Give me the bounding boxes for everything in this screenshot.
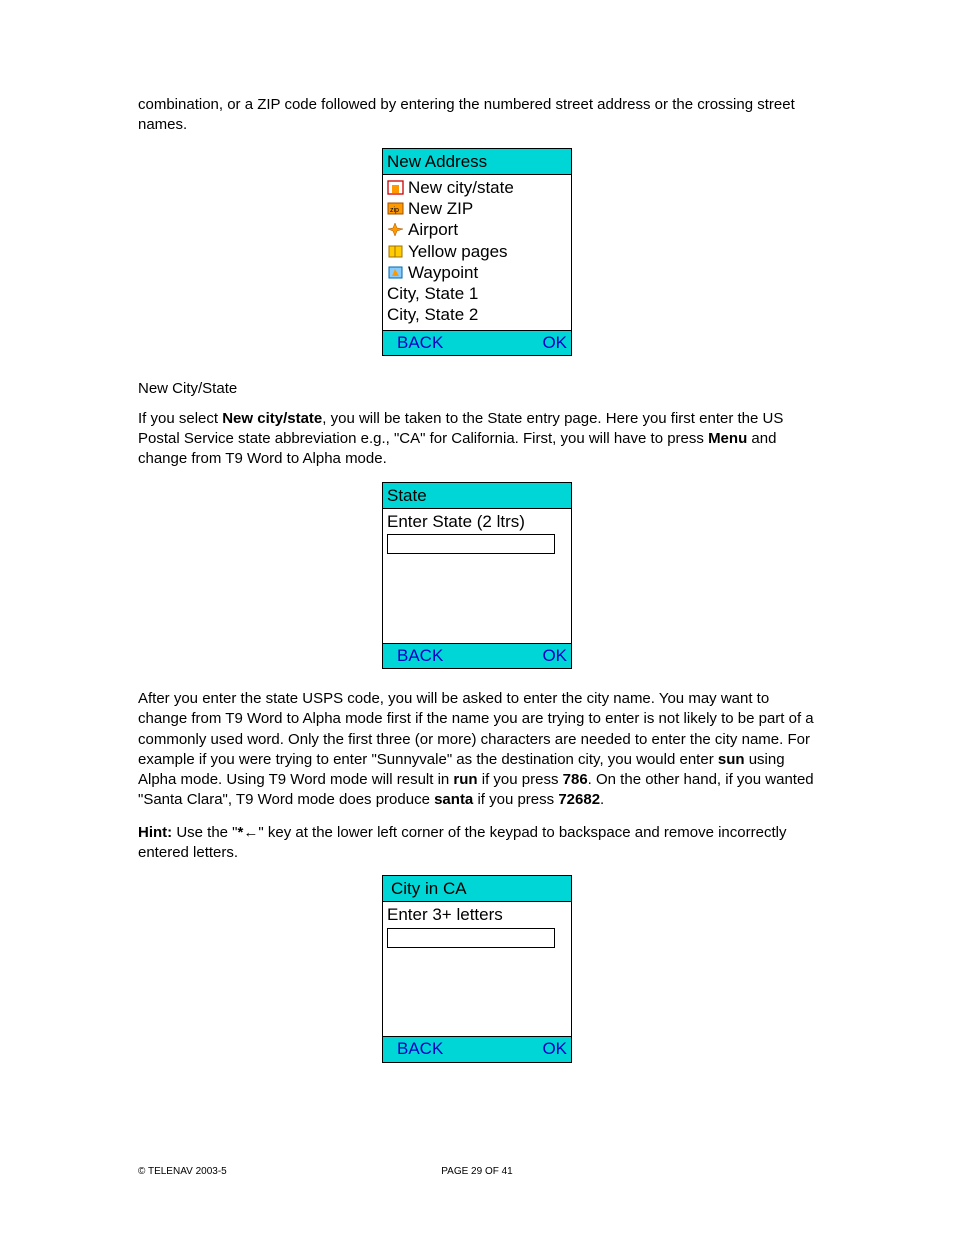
hint-paragraph: Hint: Use the "*←" key at the lower left… bbox=[138, 823, 816, 864]
menu-item-airport[interactable]: Airport bbox=[387, 219, 567, 240]
left-arrow-icon: ← bbox=[243, 824, 258, 841]
recent-city-1[interactable]: City, State 1 bbox=[387, 283, 567, 304]
screen-body: New city/state zip New ZIP Airport bbox=[383, 175, 571, 330]
text-fragment: . bbox=[600, 791, 604, 808]
page-number: PAGE 29 OF 41 bbox=[138, 1166, 816, 1177]
ok-button[interactable]: OK bbox=[542, 1038, 567, 1059]
bold-72682: 72682 bbox=[558, 791, 600, 808]
paragraph-new-city-state: If you select New city/state, you will b… bbox=[138, 409, 816, 470]
menu-item-label: Yellow pages bbox=[408, 241, 508, 262]
menu-item-label: Waypoint bbox=[408, 262, 478, 283]
waypoint-icon bbox=[387, 265, 404, 280]
text-fragment: If you select bbox=[138, 410, 222, 427]
text-fragment: After you enter the state USPS code, you… bbox=[138, 690, 814, 768]
menu-item-yellow-pages[interactable]: Yellow pages bbox=[387, 241, 567, 262]
menu-item-label: New ZIP bbox=[408, 198, 473, 219]
menu-item-waypoint[interactable]: Waypoint bbox=[387, 262, 567, 283]
recent-city-2[interactable]: City, State 2 bbox=[387, 304, 567, 325]
back-button[interactable]: BACK bbox=[387, 1038, 443, 1059]
ok-button[interactable]: OK bbox=[542, 332, 567, 353]
screen-new-address: New Address New city/state zip New ZIP bbox=[382, 148, 572, 356]
screen-body: Enter 3+ letters bbox=[383, 902, 571, 1036]
back-button[interactable]: BACK bbox=[387, 645, 443, 666]
screen-state-wrap: State Enter State (2 ltrs) BACK OK bbox=[138, 482, 816, 670]
screen-button-bar: BACK OK bbox=[383, 643, 571, 668]
screen-state: State Enter State (2 ltrs) BACK OK bbox=[382, 482, 572, 670]
page-footer: © TELENAV 2003-5 PAGE 29 OF 41 bbox=[138, 1166, 816, 1177]
ok-button[interactable]: OK bbox=[542, 645, 567, 666]
screen-body: Enter State (2 ltrs) bbox=[383, 509, 571, 643]
intro-paragraph: combination, or a ZIP code followed by e… bbox=[138, 95, 816, 136]
screen-new-address-wrap: New Address New city/state zip New ZIP bbox=[138, 148, 816, 356]
hint-label: Hint: bbox=[138, 824, 172, 841]
bold-786: 786 bbox=[563, 771, 588, 788]
state-input[interactable] bbox=[387, 534, 555, 554]
text-fragment: if you press bbox=[478, 771, 563, 788]
screen-button-bar: BACK OK bbox=[383, 1036, 571, 1061]
screen-city-wrap: City in CA Enter 3+ letters BACK OK bbox=[138, 875, 816, 1063]
bold-santa: santa bbox=[434, 791, 473, 808]
menu-item-label: Airport bbox=[408, 219, 458, 240]
screen-button-bar: BACK OK bbox=[383, 330, 571, 355]
back-button[interactable]: BACK bbox=[387, 332, 443, 353]
airport-icon bbox=[387, 222, 404, 237]
bold-menu: Menu bbox=[708, 430, 747, 447]
bold-run: run bbox=[453, 771, 477, 788]
menu-item-label: New city/state bbox=[408, 177, 514, 198]
screen-title: City in CA bbox=[383, 876, 571, 902]
input-prompt: Enter 3+ letters bbox=[387, 904, 567, 925]
screen-city: City in CA Enter 3+ letters BACK OK bbox=[382, 875, 572, 1063]
paragraph-city-entry: After you enter the state USPS code, you… bbox=[138, 689, 816, 811]
document-page: combination, or a ZIP code followed by e… bbox=[0, 0, 954, 1235]
city-icon bbox=[387, 180, 404, 195]
bold-sun: sun bbox=[718, 751, 745, 768]
bold-new-city-state: New city/state bbox=[222, 410, 322, 427]
text-fragment: Use the " bbox=[172, 824, 237, 841]
menu-item-new-zip[interactable]: zip New ZIP bbox=[387, 198, 567, 219]
city-input[interactable] bbox=[387, 928, 555, 948]
zip-icon: zip bbox=[387, 201, 404, 216]
menu-item-new-city-state[interactable]: New city/state bbox=[387, 177, 567, 198]
svg-text:zip: zip bbox=[390, 207, 399, 214]
text-fragment: if you press bbox=[473, 791, 558, 808]
screen-title: State bbox=[383, 483, 571, 509]
yellow-pages-icon bbox=[387, 244, 404, 259]
input-prompt: Enter State (2 ltrs) bbox=[387, 511, 567, 532]
section-heading-new-city-state: New City/State bbox=[138, 380, 816, 397]
screen-title: New Address bbox=[383, 149, 571, 175]
